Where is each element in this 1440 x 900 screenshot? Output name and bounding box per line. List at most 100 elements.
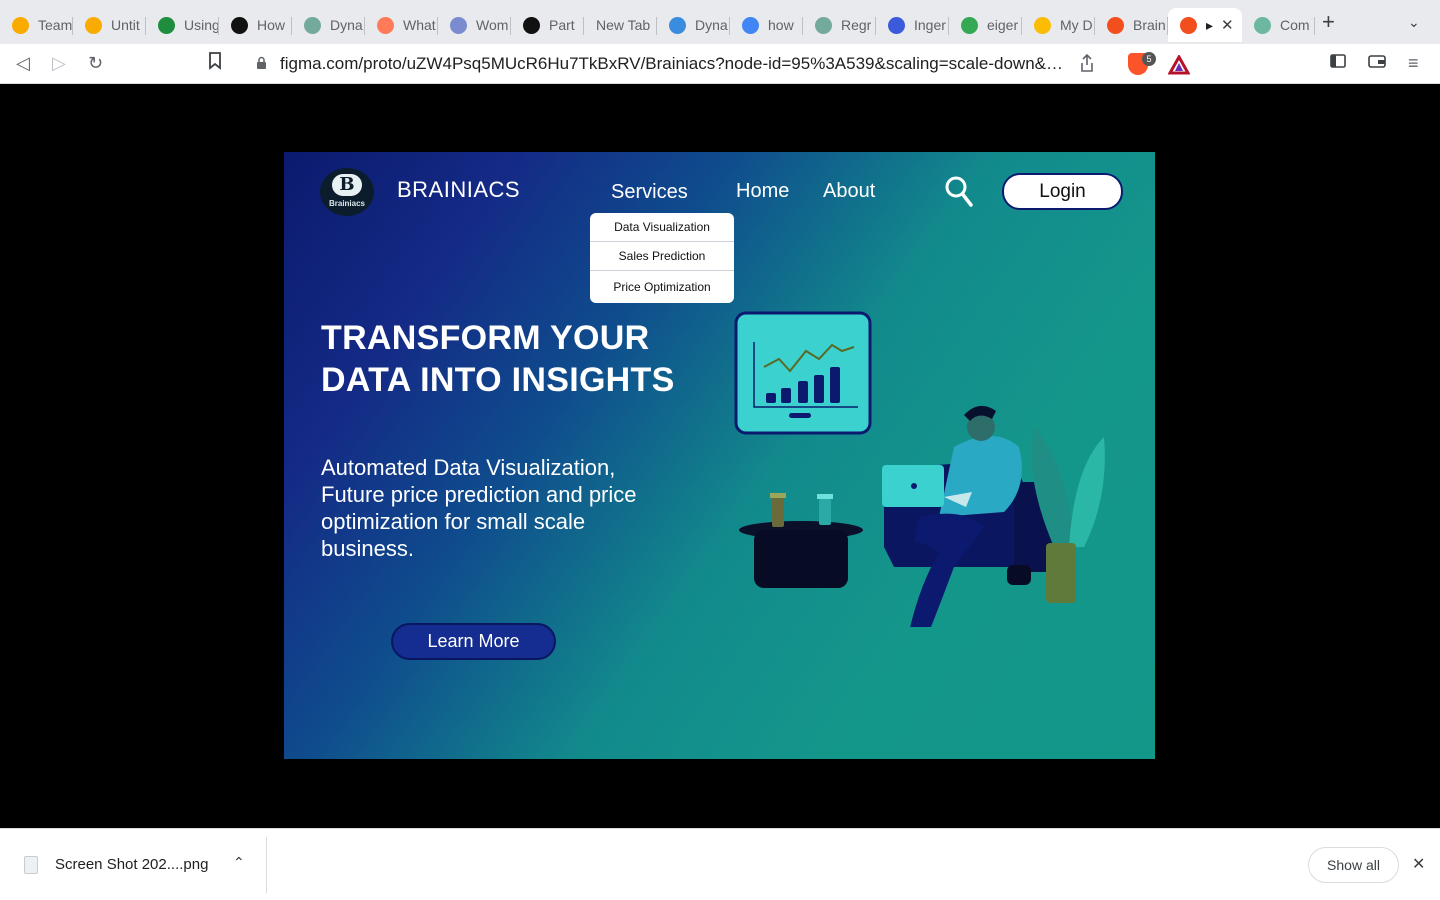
- tab-label: My D: [1060, 17, 1093, 33]
- download-bar: Screen Shot 202....png ⌃ Show all ✕: [0, 828, 1440, 900]
- headline-line-1: TRANSFORM YOUR: [321, 319, 650, 357]
- colab-icon: [85, 16, 102, 34]
- browser-toolbar: ◁ ▷ ↻ figma.com/proto/uZW4Psq5MUcR6Hu7Tk…: [0, 44, 1440, 84]
- browser-tab[interactable]: Wom: [438, 8, 511, 42]
- search-icon[interactable]: [944, 175, 974, 209]
- tab-label: What: [403, 17, 436, 33]
- browser-tab[interactable]: Team: [0, 8, 73, 42]
- hero-headline: TRANSFORM YOUR DATA INTO INSIGHTS: [321, 317, 675, 401]
- close-tab-icon[interactable]: ✕: [1221, 16, 1234, 34]
- dropdown-item-data-visualization[interactable]: Data Visualization: [590, 213, 734, 242]
- brave-rewards-icon[interactable]: [1168, 55, 1190, 75]
- learn-more-button[interactable]: Learn More: [391, 623, 556, 660]
- figma-icon: [1107, 16, 1124, 34]
- tab-label: Dyna: [330, 17, 363, 33]
- glasses-icon: [158, 16, 175, 34]
- tab-label: New Tab: [596, 17, 651, 33]
- google-icon: [742, 16, 759, 34]
- tab-label: Inger: [914, 17, 946, 33]
- reload-icon[interactable]: ↻: [88, 52, 103, 74]
- tab-label: Team: [38, 17, 73, 33]
- podcast-icon: [523, 16, 540, 34]
- headline-line-2: DATA INTO INSIGHTS: [321, 361, 675, 399]
- close-icon[interactable]: ✕: [1412, 854, 1425, 874]
- brand-name: BRAINIACS: [397, 177, 521, 202]
- browser-tab[interactable]: How: [219, 8, 292, 42]
- tab-label: how: [768, 17, 794, 33]
- sidebar-icon[interactable]: [1330, 52, 1346, 74]
- show-all-button[interactable]: Show all: [1308, 847, 1399, 883]
- brainiacs-logo[interactable]: B Brainiacs: [320, 168, 374, 216]
- nav-services[interactable]: Services: [611, 181, 688, 204]
- logo-text: Brainiacs: [328, 199, 366, 208]
- ai-icon: [669, 16, 686, 34]
- browser-tab[interactable]: eiger: [949, 8, 1022, 42]
- tab-label: Com: [1280, 17, 1310, 33]
- logo-letter: B: [332, 174, 362, 196]
- services-dropdown: Data Visualization Sales Prediction Pric…: [590, 213, 734, 303]
- browser-tab[interactable]: Dyna: [292, 8, 365, 42]
- browser-tab[interactable]: Regr: [803, 8, 876, 42]
- nav-about[interactable]: About: [823, 180, 875, 203]
- forward-icon[interactable]: ▷: [52, 52, 66, 74]
- browser-tab[interactable]: Com: [1242, 8, 1315, 42]
- chart-monitor-icon: [734, 311, 872, 435]
- browser-tab[interactable]: Inger: [876, 8, 949, 42]
- menu-icon[interactable]: ≡: [1408, 52, 1419, 74]
- browser-tab[interactable]: Using: [146, 8, 219, 42]
- dark-circle-icon: [231, 16, 248, 34]
- analyst-illustration: [734, 311, 1105, 627]
- login-button[interactable]: Login: [1002, 173, 1123, 210]
- openai-icon: [304, 16, 321, 34]
- lock-icon: [257, 56, 266, 69]
- tab-label: ▸: [1206, 16, 1214, 33]
- download-file-name[interactable]: Screen Shot 202....png: [55, 856, 208, 873]
- colab-icon: [12, 16, 29, 34]
- new-tab-button[interactable]: +: [1322, 11, 1335, 33]
- browser-tab[interactable]: What: [365, 8, 438, 42]
- file-icon: [24, 856, 38, 874]
- drive-icon: [1034, 16, 1051, 34]
- browser-tab[interactable]: ▸ ✕: [1168, 8, 1242, 42]
- browser-tab[interactable]: how: [730, 8, 803, 42]
- nav-home[interactable]: Home: [736, 180, 789, 203]
- openai-icon: [815, 16, 832, 34]
- prototype-frame: B Brainiacs BRAINIACS Services Home Abou…: [284, 152, 1155, 759]
- back-icon[interactable]: ◁: [16, 52, 30, 74]
- page-viewport: B Brainiacs BRAINIACS Services Home Abou…: [0, 85, 1440, 828]
- browser-tab[interactable]: Brain: [1095, 8, 1168, 42]
- leaf-icon: [1254, 16, 1271, 34]
- tab-label: Brain: [1133, 17, 1166, 33]
- browser-tab[interactable]: Part: [511, 8, 584, 42]
- tab-label: Regr: [841, 17, 872, 33]
- figma-icon: [1180, 16, 1197, 34]
- address-bar[interactable]: figma.com/proto/uZW4Psq5MUcR6Hu7TkBxRV/B…: [244, 48, 1196, 80]
- tab-search-icon[interactable]: ⌄: [1408, 14, 1420, 31]
- browser-tab[interactable]: My D: [1022, 8, 1095, 42]
- divider: [266, 837, 267, 893]
- side-table-icon: [739, 493, 863, 588]
- alien-icon: [450, 16, 467, 34]
- chevron-up-icon[interactable]: ⌃: [233, 854, 245, 871]
- dropdown-item-price-optimization[interactable]: Price Optimization: [590, 271, 734, 303]
- tab-label: Wom: [476, 17, 509, 33]
- tab-label: Using: [184, 17, 219, 33]
- plant-icon: [1031, 427, 1105, 603]
- url-text[interactable]: figma.com/proto/uZW4Psq5MUcR6Hu7TkBxRV/B…: [280, 54, 1070, 74]
- tab-label: How: [257, 17, 286, 33]
- hero-subtext: Automated Data Visualization, Future pri…: [321, 455, 637, 561]
- share-icon[interactable]: [1080, 53, 1094, 77]
- tab-label: eiger: [987, 17, 1019, 33]
- browser-tab[interactable]: Dyna: [657, 8, 730, 42]
- tab-label: Part: [549, 17, 575, 33]
- browser-tab[interactable]: New Tab: [584, 8, 657, 42]
- bookmark-icon[interactable]: [208, 52, 222, 75]
- wallet-icon[interactable]: [1368, 52, 1386, 74]
- browser-tab[interactable]: Untit: [73, 8, 146, 42]
- tab-label: Dyna: [695, 17, 728, 33]
- hubspot-icon: [377, 16, 394, 34]
- tab-label: Untit: [111, 17, 140, 33]
- tab-strip: Team Untit Using How Dyna What Wom Part New Tab D…: [0, 0, 1440, 44]
- drive-icon: [961, 16, 978, 34]
- dropdown-item-sales-prediction[interactable]: Sales Prediction: [590, 242, 734, 271]
